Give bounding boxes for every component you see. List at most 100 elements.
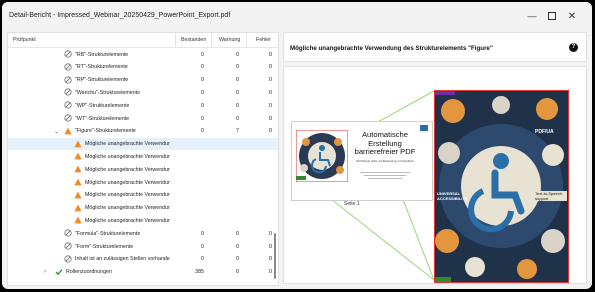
row-passed-count: 0 bbox=[201, 102, 204, 109]
row-error-count: 0 bbox=[269, 51, 272, 58]
row-warning-count: 0 bbox=[236, 77, 239, 84]
row-warning-count: 0 bbox=[236, 64, 239, 71]
window-title: Detail-Bericht - Impressed_Webinar_20250… bbox=[9, 12, 231, 19]
row-passed-count: 0 bbox=[201, 51, 204, 58]
table-row[interactable]: "Warichu"-Strukturelemente 0 0 0 bbox=[8, 86, 278, 98]
row-label: Inhalt ist an zulässigen Stellen vorhand… bbox=[75, 256, 170, 263]
table-row[interactable]: Inhalt ist an zulässigen Stellen vorhand… bbox=[8, 253, 278, 265]
warning-icon bbox=[64, 127, 72, 135]
minimize-icon[interactable]: — bbox=[524, 8, 540, 24]
column-header-warnung[interactable]: Warnung bbox=[219, 37, 240, 43]
warning-icon bbox=[74, 140, 82, 147]
row-warning-count: 7 bbox=[236, 128, 239, 135]
table-row[interactable]: "Form"-Strukturelemente 0 0 0 bbox=[8, 240, 278, 252]
row-error-count: 0 bbox=[269, 230, 272, 237]
table-row[interactable]: Mögliche unangebrachte Verwendung ... bbox=[8, 189, 278, 201]
column-header-pruefpunkt[interactable]: Prüfpunkt bbox=[13, 37, 36, 43]
figure-image-icon bbox=[296, 130, 348, 182]
chevron-down-icon[interactable]: ⌄ bbox=[54, 128, 59, 135]
column-header-bestanden[interactable]: Bestanden bbox=[181, 37, 206, 43]
row-label: "Formula"-Strukturelemente bbox=[75, 230, 141, 237]
row-passed-count: 0 bbox=[201, 115, 204, 122]
table-row[interactable]: "RP"-Strukturelemente 0 0 0 bbox=[8, 74, 278, 86]
warning-icon bbox=[74, 178, 82, 186]
row-passed-count: 0 bbox=[201, 243, 204, 250]
slide-page-label: Seite 1 bbox=[344, 201, 360, 207]
row-passed-count: 0 bbox=[201, 256, 204, 263]
row-error-count: 0 bbox=[269, 77, 272, 84]
table-row[interactable]: "WT"-Strukturelemente 0 0 0 bbox=[8, 112, 278, 124]
warning-icon bbox=[74, 191, 82, 199]
chevron-right-icon[interactable]: › bbox=[44, 269, 46, 275]
table-row[interactable]: "RT"-Strukturelemente 0 0 0 bbox=[8, 61, 278, 73]
table-row[interactable]: Mögliche unangebrachte Verwendung ... bbox=[8, 137, 278, 150]
check-circle-icon bbox=[64, 63, 72, 71]
row-passed-count: 0 bbox=[201, 77, 204, 84]
warning-icon bbox=[74, 216, 82, 224]
logo-icon bbox=[420, 125, 428, 131]
table-row[interactable]: Mögliche unangebrachte Verwendung ... bbox=[8, 176, 278, 188]
check-circle-icon bbox=[64, 114, 72, 122]
row-passed-count: 0 bbox=[201, 230, 204, 237]
row-label: Mögliche unangebrachte Verwendung ... bbox=[85, 192, 170, 199]
detail-panel: Mögliche unangebrachte Verwendung des St… bbox=[283, 32, 587, 284]
table-row[interactable]: Mögliche unangebrachte Verwendung ... bbox=[8, 202, 278, 214]
page-preview: Automatische Erstellung barrierefreier P… bbox=[283, 66, 587, 284]
row-passed-count: 0 bbox=[201, 89, 204, 96]
row-label: Mögliche unangebrachte Verwendung ... bbox=[85, 141, 170, 148]
row-error-count: 0 bbox=[269, 269, 272, 276]
check-circle-icon bbox=[64, 255, 72, 263]
row-error-count: 0 bbox=[269, 102, 272, 109]
row-warning-count: 0 bbox=[236, 269, 239, 276]
close-icon[interactable]: ✕ bbox=[564, 8, 580, 24]
check-circle-icon bbox=[64, 50, 72, 58]
table-row[interactable]: ⌄ "Figure"-Strukturelemente 0 7 0 bbox=[8, 125, 278, 137]
detail-header: Mögliche unangebrachte Verwendung des St… bbox=[283, 32, 587, 62]
row-passed-count: 385 bbox=[195, 269, 204, 276]
warning-icon bbox=[74, 165, 82, 173]
slide-thumbnail[interactable]: Automatische Erstellung barrierefreier P… bbox=[291, 121, 433, 201]
help-icon[interactable]: ? bbox=[569, 43, 578, 52]
maximize-icon[interactable] bbox=[544, 8, 560, 24]
column-header-fehler[interactable]: Fehler bbox=[256, 37, 271, 43]
table-row[interactable]: › Rollenzuordnungen 385 0 0 bbox=[8, 266, 278, 278]
slide-title: Automatische Erstellung barrierefreier P… bbox=[354, 130, 416, 156]
table-row[interactable]: Mögliche unangebrachte Verwendung ... bbox=[8, 150, 278, 162]
zoom-label-universal: UNIVERSAL ACCESSIBILITY bbox=[437, 191, 468, 201]
table-row[interactable]: Mögliche unangebrachte Verwendung ... bbox=[8, 163, 278, 175]
table-row[interactable]: "RB"-Strukturelemente 0 0 0 bbox=[8, 48, 278, 60]
row-label: "Form"-Strukturelemente bbox=[75, 243, 134, 250]
row-warning-count: 0 bbox=[236, 115, 239, 122]
screen-frame: Detail-Bericht - Impressed_Webinar_20250… bbox=[0, 0, 595, 292]
table-header: Prüfpunkt Bestanden Warnung Fehler bbox=[8, 33, 278, 48]
row-label: Mögliche unangebrachte Verwendung ... bbox=[85, 205, 170, 212]
row-label: Mögliche unangebrachte Verwendung ... bbox=[85, 179, 170, 186]
table-row[interactable]: "WP"-Strukturelemente 0 0 0 bbox=[8, 99, 278, 111]
checkmark-icon bbox=[55, 268, 63, 275]
vertical-scrollbar[interactable] bbox=[274, 233, 276, 279]
detail-title: Mögliche unangebrachte Verwendung des St… bbox=[290, 45, 493, 52]
accessibility-collage-icon bbox=[435, 91, 568, 282]
check-circle-icon bbox=[64, 242, 72, 250]
slide-footnote-lines bbox=[352, 170, 418, 182]
table-row[interactable]: Mögliche unangebrachte Verwendung ... bbox=[8, 214, 278, 226]
row-warning-count: 0 bbox=[236, 256, 239, 263]
zoomed-figure[interactable]: PDF/UA UNIVERSAL ACCESSIBILITY Text-to-S… bbox=[434, 90, 569, 283]
row-error-count: 0 bbox=[269, 128, 272, 135]
row-label: "RT"-Strukturelemente bbox=[75, 64, 128, 71]
row-warning-count: 0 bbox=[236, 89, 239, 96]
row-label: "Figure"-Strukturelemente bbox=[75, 128, 136, 135]
row-label: "RB"-Strukturelemente bbox=[75, 51, 129, 58]
row-label: "RP"-Strukturelemente bbox=[75, 77, 129, 84]
row-label: Rollenzuordnungen bbox=[66, 269, 112, 276]
row-warning-count: 0 bbox=[236, 230, 239, 237]
row-error-count: 0 bbox=[269, 115, 272, 122]
row-label: Mögliche unangebrachte Verwendung ... bbox=[85, 153, 170, 160]
title-bar: Detail-Bericht - Impressed_Webinar_20250… bbox=[2, 2, 592, 30]
row-label: "WP"-Strukturelemente bbox=[75, 102, 130, 109]
check-circle-icon bbox=[64, 75, 72, 84]
table-row[interactable]: "Formula"-Strukturelemente 0 0 0 bbox=[8, 227, 278, 239]
zoom-label-tts: Text-to-Speech support bbox=[535, 191, 567, 201]
row-error-count: 0 bbox=[269, 64, 272, 71]
check-circle-icon bbox=[64, 229, 72, 237]
